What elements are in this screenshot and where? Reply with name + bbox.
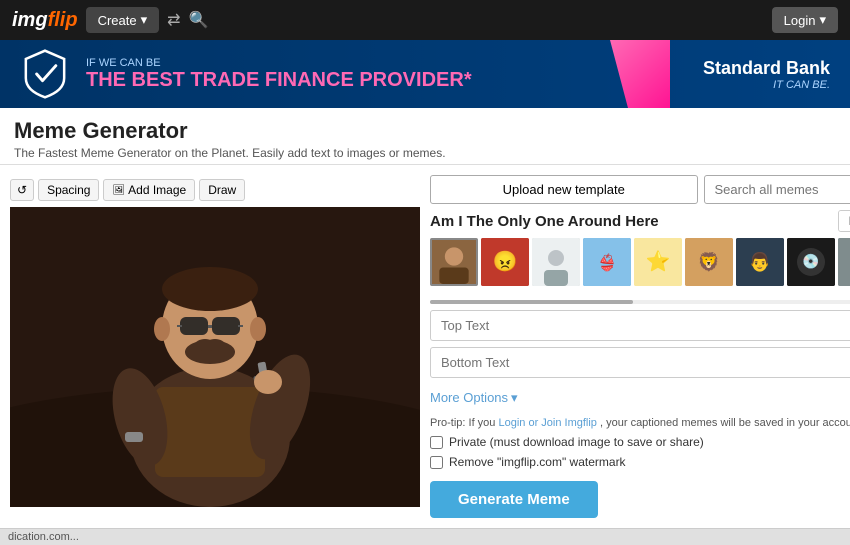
banner-right: Standard Bank IT CAN BE. (703, 58, 830, 91)
page-subtitle: The Fastest Meme Generator on the Planet… (14, 146, 836, 160)
bottom-text-row: ⚙ (430, 347, 850, 378)
banner-text: IF WE CAN BE THE BEST TRADE FINANCE PROV… (86, 57, 472, 92)
login-button[interactable]: Login ▾ (772, 7, 838, 33)
watermark-checkbox[interactable] (430, 456, 443, 469)
header-left: imgflip Create ▾ ⇄ 🔍 (12, 7, 208, 33)
draw-label: Draw (208, 183, 236, 197)
svg-text:👙: 👙 (597, 253, 617, 272)
thumbnail-item[interactable]: 👨 (736, 238, 784, 286)
shield-icon (20, 49, 70, 99)
svg-text:😠: 😠 (493, 250, 518, 273)
chevron-down-icon: ▾ (819, 12, 826, 28)
thumbnail-scrollbar-track (430, 300, 633, 304)
login-label: Login (784, 13, 816, 28)
meme-title: Am I The Only One Around Here (430, 213, 838, 230)
thumbnail-item[interactable]: 💿 (787, 238, 835, 286)
meme-controls: Upload new template Am I The Only One Ar… (430, 175, 850, 518)
status-bar: dication.com... (0, 528, 850, 545)
generate-button[interactable]: Generate Meme (430, 481, 598, 518)
thumbnail-item[interactable]: 👙 (583, 238, 631, 286)
banner-line1: IF WE CAN BE (86, 57, 472, 69)
create-button[interactable]: Create ▾ (86, 7, 160, 33)
undo-button[interactable]: ↺ (10, 179, 34, 201)
watermark-checkbox-row: Remove "imgflip.com" watermark (430, 455, 850, 469)
image-editor: ↺ Spacing 🖼 Add Image Draw (10, 175, 420, 518)
status-text: dication.com... (8, 531, 79, 543)
top-text-row: ⚙ (430, 310, 850, 341)
svg-text:💿: 💿 (802, 253, 819, 270)
meme-image (10, 207, 420, 507)
banner-line2: THE BEST TRADE FINANCE PROVIDER* (86, 69, 472, 92)
logo: imgflip (12, 9, 78, 32)
private-label: Private (must download image to save or … (449, 435, 704, 449)
editor-toolbar: ↺ Spacing 🖼 Add Image Draw (10, 175, 420, 207)
more-options-link[interactable]: More Options ▾ (430, 390, 518, 406)
thumbnail-item[interactable]: 👴 (838, 238, 850, 286)
svg-text:🦁: 🦁 (698, 251, 720, 272)
action-row: Generate Meme Reset (430, 475, 850, 518)
chevron-down-icon: ▾ (141, 12, 148, 28)
banner: IF WE CAN BE THE BEST TRADE FINANCE PROV… (0, 40, 850, 108)
more-options-label: More Options (430, 390, 508, 405)
spacing-label: Spacing (47, 183, 90, 197)
add-image-label: Add Image (128, 183, 186, 197)
create-label: Create (98, 13, 137, 28)
search-input-wrap (704, 175, 850, 204)
private-checkbox-row: Private (must download image to save or … (430, 435, 850, 449)
private-checkbox[interactable] (430, 436, 443, 449)
bank-tagline: IT CAN BE. (703, 79, 830, 91)
svg-text:👨: 👨 (749, 251, 771, 272)
controls-top: Upload new template (430, 175, 850, 204)
more-options-row: More Options ▾ Add Text (430, 384, 850, 411)
thumbnail-scrollbar[interactable] (430, 300, 850, 304)
banner-accent (610, 40, 670, 108)
top-text-input[interactable] (430, 310, 850, 341)
thumbnail-item[interactable]: ⭐ (634, 238, 682, 286)
thumbnail-item[interactable] (430, 238, 478, 286)
thumbnail-item[interactable]: 🦁 (685, 238, 733, 286)
search-input[interactable] (704, 175, 850, 204)
pro-tip-text: Pro-tip: If you (430, 417, 495, 429)
upload-template-button[interactable]: Upload new template (430, 175, 698, 204)
page-title-area: Meme Generator The Fastest Meme Generato… (0, 108, 850, 165)
bank-name: Standard Bank (703, 58, 830, 79)
thumbnail-item[interactable] (532, 238, 580, 286)
chevron-down-icon: ▾ (511, 390, 518, 406)
page-title: Meme Generator (14, 118, 836, 144)
thumbnail-item[interactable]: 😠 (481, 238, 529, 286)
pro-tip: Pro-tip: If you Login or Join Imgflip , … (430, 417, 850, 429)
tab-group: My Popular (838, 210, 850, 232)
tool-wrapper: ↺ Spacing 🖼 Add Image Draw (0, 165, 850, 528)
shuffle-icon[interactable]: ⇄ (167, 10, 180, 30)
pro-tip-end: , your captioned memes will be saved in … (600, 417, 850, 429)
search-icon[interactable]: 🔍 (189, 10, 209, 30)
pro-tip-link[interactable]: Login or Join Imgflip (498, 417, 596, 429)
add-image-button[interactable]: 🖼 Add Image (103, 179, 195, 201)
watermark-label: Remove "imgflip.com" watermark (449, 455, 626, 469)
meme-title-row: Am I The Only One Around Here My Popular (430, 210, 850, 232)
svg-text:⭐: ⭐ (646, 249, 671, 273)
thumbnail-list: 😠 👙 ⭐ 🦁 👨 💿 👴 😤 (430, 238, 850, 292)
header: imgflip Create ▾ ⇄ 🔍 Login ▾ (0, 0, 850, 40)
draw-button[interactable]: Draw (199, 179, 245, 201)
bottom-text-input[interactable] (430, 347, 850, 378)
spacing-button[interactable]: Spacing (38, 179, 99, 201)
upload-label: Upload new template (503, 182, 625, 197)
tab-my-button[interactable]: My (839, 211, 850, 231)
generate-label: Generate Meme (458, 491, 570, 508)
